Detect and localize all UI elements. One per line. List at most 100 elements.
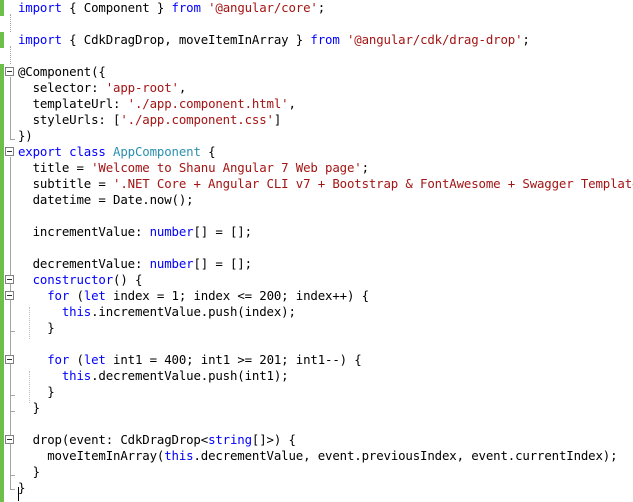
string-token: './app.component.css' bbox=[120, 112, 274, 127]
code-token: { bbox=[200, 144, 216, 159]
code-line[interactable]: datetime = Date.now(); bbox=[18, 192, 194, 208]
code-line[interactable]: this.incrementValue.push(index); bbox=[18, 304, 296, 320]
keyword-token: import bbox=[18, 32, 62, 47]
code-token: ; bbox=[361, 160, 369, 175]
code-token: () { bbox=[113, 272, 143, 287]
code-token: ] bbox=[273, 112, 282, 127]
keyword-token: constructor bbox=[32, 272, 114, 287]
keyword-token: class bbox=[69, 144, 106, 159]
string-token: './app.component.html' bbox=[127, 96, 289, 111]
fold-end-marker bbox=[10, 489, 15, 490]
code-token: { CdkDragDrop, moveItemInArray } bbox=[61, 32, 311, 47]
fold-collapse-icon[interactable] bbox=[5, 355, 14, 364]
code-token: ( bbox=[69, 352, 84, 367]
code-token: int1 = 400; int1 >= 201; int1--) { bbox=[105, 352, 362, 367]
string-token: 'Welcome to Shanu Angular 7 Web page' bbox=[91, 160, 362, 175]
code-line[interactable]: drop(event: CdkDragDrop<string[]>) { bbox=[18, 432, 296, 448]
code-line[interactable]: title = 'Welcome to Shanu Angular 7 Web … bbox=[18, 160, 369, 176]
keyword-token: for bbox=[47, 288, 70, 303]
fold-collapse-icon[interactable] bbox=[5, 435, 14, 444]
code-line[interactable]: } bbox=[18, 400, 40, 416]
keyword-token: number bbox=[149, 256, 194, 271]
code-token: } bbox=[18, 400, 40, 415]
code-line[interactable]: } bbox=[18, 384, 55, 400]
keyword-token: this bbox=[61, 304, 92, 319]
code-token: styleUrls: [ bbox=[18, 112, 121, 127]
code-token: templateUrl: bbox=[18, 96, 128, 111]
string-token: 'app-root' bbox=[105, 80, 179, 95]
string-token: '@angular/core' bbox=[208, 0, 318, 15]
code-token: moveItemInArray( bbox=[18, 448, 165, 463]
code-line[interactable]: selector: 'app-root', bbox=[18, 80, 187, 96]
code-editor[interactable]: import { Component } from '@angular/core… bbox=[0, 0, 633, 502]
fold-collapse-icon[interactable] bbox=[5, 147, 14, 156]
keyword-token: number bbox=[149, 224, 194, 239]
fold-collapse-icon[interactable] bbox=[5, 291, 14, 300]
code-token: , bbox=[288, 96, 296, 111]
change-marker-icon bbox=[0, 0, 4, 16]
code-line[interactable]: constructor() { bbox=[18, 272, 143, 288]
code-line[interactable]: templateUrl: './app.component.html', bbox=[18, 96, 296, 112]
code-line[interactable]: incrementValue: number[] = []; bbox=[18, 224, 252, 240]
code-token: drop(event: CdkDragDrop< bbox=[18, 432, 209, 447]
keyword-token: import bbox=[18, 0, 62, 15]
keyword-token: let bbox=[83, 352, 106, 367]
code-line[interactable]: for (let index = 1; index <= 200; index+… bbox=[18, 288, 369, 304]
code-token: selector: bbox=[18, 80, 106, 95]
keyword-token: let bbox=[83, 288, 106, 303]
code-token: } bbox=[18, 480, 26, 495]
code-token: } bbox=[18, 320, 55, 335]
code-line[interactable]: } bbox=[18, 320, 55, 336]
keyword-token: for bbox=[47, 352, 70, 367]
keyword-token: this bbox=[61, 368, 92, 383]
code-line[interactable]: this.decrementValue.push(int1); bbox=[18, 368, 289, 384]
code-token: { Component } bbox=[61, 0, 172, 15]
code-line[interactable]: decrementValue: number[] = []; bbox=[18, 256, 252, 272]
code-line[interactable]: import { Component } from '@angular/core… bbox=[18, 0, 325, 16]
code-token: [] = []; bbox=[193, 256, 252, 271]
code-line[interactable]: import { CdkDragDrop, moveItemInArray } … bbox=[18, 32, 530, 48]
string-token: '.NET Core + Angular CLI v7 + Bootstrap … bbox=[113, 176, 633, 191]
code-token: }) bbox=[18, 128, 33, 143]
keyword-token: this bbox=[164, 448, 194, 463]
code-token: } bbox=[18, 384, 55, 399]
code-token: title = bbox=[18, 160, 92, 175]
text-caret bbox=[18, 487, 19, 501]
code-line[interactable]: styleUrls: ['./app.component.css'] bbox=[18, 112, 282, 128]
code-token: ( bbox=[69, 288, 84, 303]
fold-guide bbox=[10, 77, 11, 139]
code-line[interactable]: @Component({ bbox=[18, 64, 106, 80]
fold-guide bbox=[10, 14, 11, 32]
code-token: .decrementValue.push(int1); bbox=[91, 368, 289, 383]
fold-collapse-icon[interactable] bbox=[5, 275, 14, 284]
fold-collapse-icon[interactable] bbox=[5, 67, 14, 76]
code-line[interactable]: } bbox=[18, 464, 40, 480]
code-token: .decrementValue, event.previousIndex, ev… bbox=[193, 448, 618, 463]
keyword-token: export bbox=[18, 144, 62, 159]
code-line[interactable]: moveItemInArray(this.decrementValue, eve… bbox=[18, 448, 617, 464]
code-token: ; bbox=[522, 32, 530, 47]
code-line[interactable]: }) bbox=[18, 128, 33, 144]
keyword-token: from bbox=[310, 32, 340, 47]
code-line[interactable]: } bbox=[18, 480, 25, 496]
code-token: subtitle = bbox=[18, 176, 114, 191]
fold-guide bbox=[10, 46, 11, 64]
code-token: decrementValue: bbox=[18, 256, 150, 271]
code-token: , bbox=[178, 80, 187, 95]
code-line[interactable]: subtitle = '.NET Core + Angular CLI v7 +… bbox=[18, 176, 633, 192]
fold-end-marker bbox=[10, 411, 15, 412]
code-line[interactable]: for (let int1 = 400; int1 >= 201; int1--… bbox=[18, 352, 362, 368]
code-line[interactable]: export class AppComponent { bbox=[18, 144, 216, 160]
keyword-token: string bbox=[208, 432, 252, 447]
fold-end-marker bbox=[10, 139, 15, 140]
code-token: incrementValue: bbox=[18, 224, 150, 239]
keyword-token: from bbox=[171, 0, 201, 15]
